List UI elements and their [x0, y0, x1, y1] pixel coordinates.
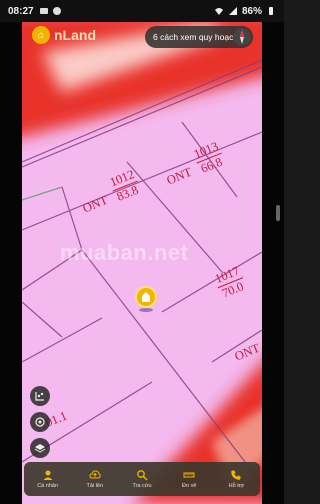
search-icon — [137, 470, 148, 481]
status-right: 86% — [214, 6, 276, 17]
my-location-button[interactable] — [30, 412, 50, 432]
home-pin-icon — [142, 292, 150, 302]
nav-item-support[interactable]: Hỗ trợ — [213, 462, 260, 496]
cloud-upload-icon — [89, 470, 101, 479]
screen-edge-right — [262, 22, 284, 504]
nav-label: Hỗ trợ — [228, 483, 245, 489]
nav-item-upload[interactable]: Tải lên — [71, 462, 118, 496]
location-pin[interactable] — [137, 288, 155, 306]
brand[interactable]: ⌂ nLand — [32, 26, 96, 44]
status-time: 08:27 — [8, 5, 34, 17]
nav-item-measure[interactable]: Đo vẽ — [166, 462, 213, 496]
target-icon — [35, 417, 45, 427]
zoning-map[interactable]: ⌂ nLand 6 cách xem quy hoạch muaban.net … — [22, 22, 262, 504]
planning-guide-label: 6 cách xem quy hoạch — [153, 32, 239, 42]
bottom-navigation: Cá nhân Tải lên Tra cứu Đo vẽ Hỗ trợ — [24, 462, 260, 496]
nav-item-profile[interactable]: Cá nhân — [24, 462, 71, 496]
chart-icon — [35, 392, 44, 401]
wifi-icon — [214, 8, 223, 15]
app-icon — [52, 7, 61, 15]
logo: ⌂ — [32, 26, 50, 44]
nav-label: Tải lên — [86, 483, 104, 489]
battery-percent: 86% — [241, 5, 262, 17]
planning-guide-button[interactable]: 6 cách xem quy hoạch — [145, 26, 253, 48]
status-bar: 08:27 86% — [0, 0, 284, 22]
screen-edge-left — [0, 22, 22, 504]
compass-icon[interactable] — [233, 28, 251, 46]
battery-icon — [269, 7, 273, 15]
status-left-icons — [39, 6, 62, 16]
signal-icon — [228, 7, 237, 15]
layers-icon — [34, 444, 46, 453]
edge-panel-handle[interactable] — [276, 205, 280, 221]
nav-label: Cá nhân — [37, 483, 58, 489]
nav-label: Đo vẽ — [182, 483, 197, 489]
phone-icon — [231, 470, 241, 480]
nav-label: Tra cứu — [132, 483, 152, 489]
ruler-icon — [183, 472, 195, 478]
user-icon — [43, 470, 53, 480]
watermark: muaban.net — [60, 240, 189, 265]
map-layers-button[interactable] — [30, 438, 50, 458]
notification-icon — [39, 8, 48, 14]
nav-item-search[interactable]: Tra cứu — [118, 462, 165, 496]
layers-toggle-button[interactable] — [30, 386, 50, 406]
location-pin-shadow — [139, 308, 153, 312]
brand-name: nLand — [54, 27, 96, 43]
